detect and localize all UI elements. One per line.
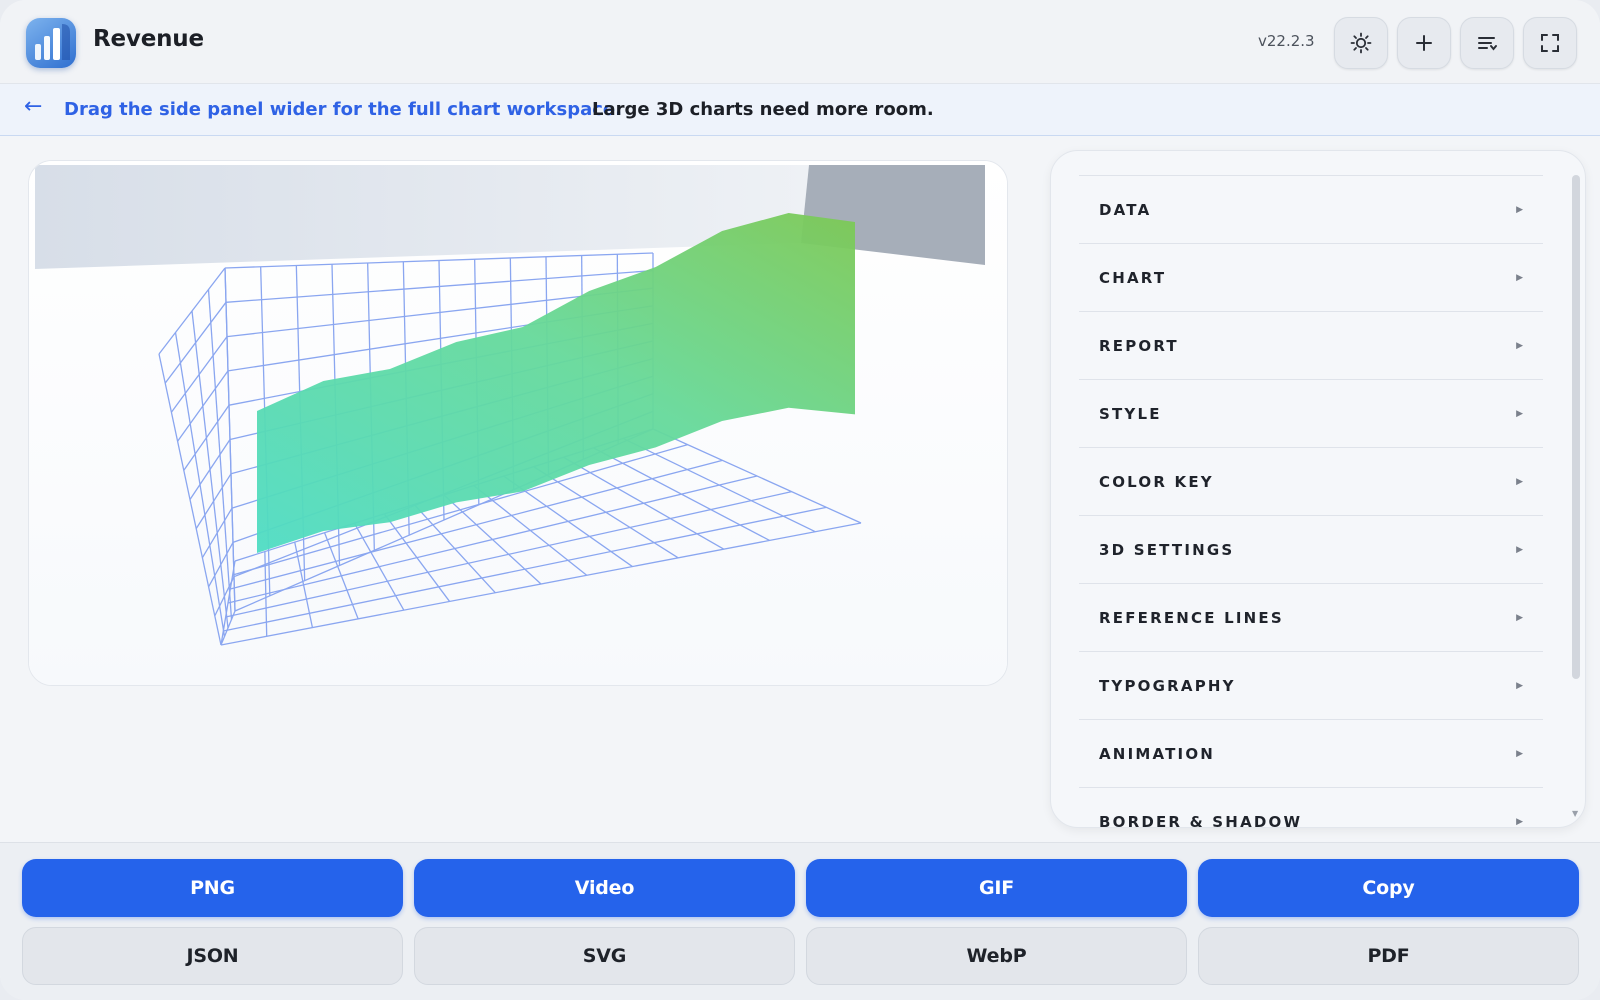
theme-toggle-button[interactable] [1334,17,1388,69]
info-banner: ← Drag the side panel wider for the full… [0,84,1600,136]
app-title: Revenue [93,26,204,52]
panel-section-label: BORDER & SHADOW [1099,812,1303,828]
panel-section-label: REFERENCE LINES [1099,608,1284,627]
panel-section-3d-settings[interactable]: 3D SETTINGS ▶ [1079,515,1543,583]
export-json-button[interactable]: JSON [22,927,403,985]
fullscreen-icon [1541,34,1559,52]
export-svg-button[interactable]: SVG [414,927,795,985]
export-bar: PNG Video GIF Copy JSON SVG WebP PDF [0,842,1600,1000]
panel-section-reference-lines[interactable]: REFERENCE LINES ▶ [1079,583,1543,651]
panel-section-label: 3D SETTINGS [1099,540,1235,559]
panel-section-style[interactable]: STYLE ▶ [1079,379,1543,447]
sort-list-icon [1478,37,1497,51]
panel-section-animation[interactable]: ANIMATION ▶ [1079,719,1543,787]
export-png-button[interactable]: PNG [22,859,403,917]
scrollbar-thumb[interactable] [1572,175,1580,679]
arrow-left-icon[interactable]: ← [24,94,42,119]
export-copy-button[interactable]: Copy [1198,859,1579,917]
chevron-right-icon: ▶ [1516,612,1523,623]
sort-list-button[interactable] [1460,17,1514,69]
settings-list: DATA ▶ CHART ▶ REPORT ▶ STYLE ▶ COLOR KEY ▶ 3D SET… [1079,175,1543,828]
banner-message: Large 3D charts need more room. [592,99,934,120]
banner-link[interactable]: Drag the side panel wider for the full c… [64,99,622,120]
chevron-right-icon: ▶ [1516,204,1523,215]
add-button[interactable] [1397,17,1451,69]
chevron-right-icon: ▶ [1516,340,1523,351]
version-label: v22.2.3 [1258,32,1315,50]
panel-section-label: REPORT [1099,336,1179,355]
settings-panel: DATA ▶ CHART ▶ REPORT ▶ STYLE ▶ COLOR KEY ▶ 3D SET… [1050,150,1586,828]
sun-icon [1350,32,1372,54]
panel-section-border-shadow[interactable]: BORDER & SHADOW ▶ [1079,787,1543,828]
export-pdf-button[interactable]: PDF [1198,927,1579,985]
panel-section-color-key[interactable]: COLOR KEY ▶ [1079,447,1543,515]
fullscreen-button[interactable] [1523,17,1577,69]
panel-scrollbar[interactable]: ▼ [1571,169,1581,819]
export-video-button[interactable]: Video [414,859,795,917]
chevron-right-icon: ▶ [1516,476,1523,487]
plus-icon [1416,35,1432,51]
panel-section-label: CHART [1099,268,1167,287]
chevron-right-icon: ▶ [1516,408,1523,419]
export-webp-button[interactable]: WebP [806,927,1187,985]
chevron-right-icon: ▶ [1516,544,1523,555]
panel-section-label: TYPOGRAPHY [1099,676,1236,695]
header-bar: Revenue v22.2.3 [0,0,1600,84]
chevron-right-icon: ▶ [1516,816,1523,827]
chart-canvas[interactable] [28,160,1008,686]
panel-section-data[interactable]: DATA ▶ [1079,175,1543,243]
panel-section-report[interactable]: REPORT ▶ [1079,311,1543,379]
export-gif-button[interactable]: GIF [806,859,1187,917]
chart-3d-surface[interactable] [29,161,1008,686]
panel-section-typography[interactable]: TYPOGRAPHY ▶ [1079,651,1543,719]
panel-section-label: COLOR KEY [1099,472,1214,491]
app-window: Revenue v22.2.3 ← Drag the side panel wi… [0,0,1600,1000]
chevron-right-icon: ▶ [1516,748,1523,759]
panel-section-label: DATA [1099,200,1152,219]
chevron-right-icon: ▶ [1516,680,1523,691]
panel-section-label: STYLE [1099,404,1162,423]
chevron-right-icon: ▶ [1516,272,1523,283]
panel-section-chart[interactable]: CHART ▶ [1079,243,1543,311]
scroll-down-icon[interactable]: ▼ [1572,809,1578,818]
panel-section-label: ANIMATION [1099,744,1216,763]
app-logo-icon [26,18,76,68]
